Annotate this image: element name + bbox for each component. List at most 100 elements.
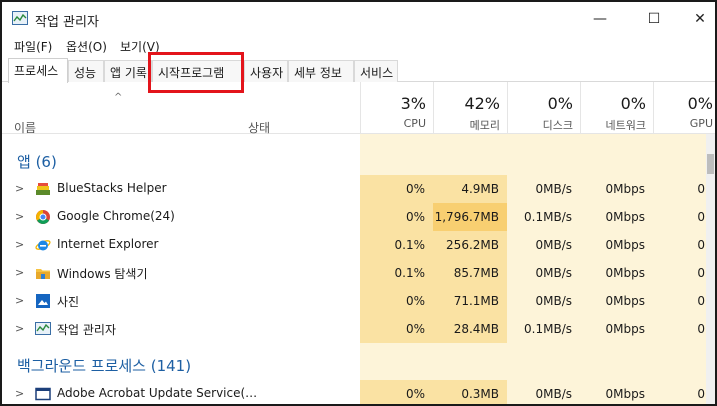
memory-cell: 71.1MB	[433, 287, 507, 315]
tab-details[interactable]: 세부 정보	[288, 60, 354, 82]
tab-app-history[interactable]: 앱 기록	[104, 60, 152, 82]
disk-cell: 0MB/s	[535, 387, 572, 401]
disk-cell: 0MB/s	[535, 294, 572, 308]
tab-services[interactable]: 서비스	[354, 60, 398, 82]
disk-cell: 0MB/s	[535, 266, 572, 280]
gpu-cell: 0	[697, 322, 705, 336]
network-label: 네트워크	[605, 119, 646, 132]
process-name: 작업 관리자	[57, 323, 117, 337]
table-row[interactable]: > Internet Explorer 0.1% 256.2MB 0MB/s 0…	[2, 231, 715, 259]
tab-processes[interactable]: 프로세스	[8, 58, 68, 83]
table-row[interactable]: > Windows 탐색기 0.1% 85.7MB 0MB/s 0Mbps 0	[2, 259, 715, 287]
table-row[interactable]: > Adobe Acrobat Update Service(… 0% 0.3M…	[2, 380, 715, 404]
table-row[interactable]: > 작업 관리자 0% 28.4MB 0.1MB/s 0Mbps 0	[2, 315, 715, 343]
tab-strip: 프로세스 성능 앱 기록 시작프로그램 사용자 세부 정보 서비스	[2, 58, 715, 83]
cpu-cell: 0.1%	[360, 231, 433, 259]
cpu-label: CPU	[403, 117, 426, 130]
network-cell: 0Mbps	[605, 266, 645, 280]
internet-explorer-icon	[35, 240, 51, 251]
memory-label: 메모리	[469, 119, 500, 132]
memory-cell: 4.9MB	[433, 175, 507, 203]
title-bar[interactable]: 작업 관리자 — ☐ ✕	[2, 2, 715, 36]
scrollbar-thumb[interactable]	[707, 154, 714, 174]
memory-cell: 85.7MB	[433, 259, 507, 287]
gpu-cell: 0	[697, 266, 705, 280]
network-cell: 0Mbps	[605, 387, 645, 401]
network-cell: 0Mbps	[605, 322, 645, 336]
header-disk[interactable]: 0% 디스크	[507, 94, 579, 133]
header-memory[interactable]: 42% 메모리	[433, 94, 506, 133]
table-row[interactable]: > 사진 0% 71.1MB 0MB/s 0Mbps 0	[2, 287, 715, 315]
process-name: Windows 탐색기	[57, 267, 148, 281]
chevron-right-icon[interactable]: >	[15, 182, 24, 195]
process-name: Google Chrome(24)	[57, 209, 175, 223]
group-label: 백그라운드 프로세스 (141)	[17, 357, 192, 375]
task-manager-window: 작업 관리자 — ☐ ✕ 파일(F) 옵션(O) 보기(V) 프로세스 성능 앱…	[0, 0, 717, 406]
column-header: ^ 이름 상태 3% CPU 42% 메모리 0% 디스크 0% 네트워크 0%…	[2, 82, 715, 135]
sort-ascending-icon[interactable]: ^	[114, 92, 122, 103]
task-manager-icon	[35, 322, 51, 335]
menu-bar: 파일(F) 옵션(O) 보기(V)	[2, 36, 715, 56]
menu-file[interactable]: 파일(F)	[14, 38, 52, 55]
bluestacks-icon	[36, 183, 50, 195]
minimize-button[interactable]: —	[577, 2, 623, 36]
network-cell: 0Mbps	[605, 210, 645, 224]
disk-cell: 0.1MB/s	[524, 210, 572, 224]
vertical-scrollbar[interactable]	[706, 134, 715, 404]
cpu-cell: 0%	[360, 175, 433, 203]
window-title: 작업 관리자	[35, 15, 99, 30]
gpu-cell: 0	[697, 182, 705, 196]
gpu-cell: 0	[697, 238, 705, 252]
disk-total: 0%	[547, 94, 573, 113]
chrome-icon	[36, 210, 50, 224]
chevron-right-icon[interactable]: >	[15, 266, 24, 279]
network-cell: 0Mbps	[605, 182, 645, 196]
network-cell: 0Mbps	[605, 238, 645, 252]
gpu-label: GPU	[689, 117, 713, 130]
chevron-right-icon[interactable]: >	[15, 322, 24, 335]
cpu-total: 3%	[400, 94, 426, 113]
chevron-right-icon[interactable]: >	[15, 387, 24, 400]
memory-total: 42%	[464, 94, 500, 113]
group-label: 앱 (6)	[17, 153, 57, 171]
process-name: Internet Explorer	[57, 237, 159, 251]
cpu-cell: 0%	[360, 380, 433, 404]
disk-cell: 0MB/s	[535, 238, 572, 252]
chevron-right-icon[interactable]: >	[15, 210, 24, 223]
gpu-total: 0%	[687, 94, 713, 113]
header-network[interactable]: 0% 네트워크	[580, 94, 652, 133]
tab-performance[interactable]: 성능	[68, 60, 104, 82]
process-name: 사진	[57, 295, 80, 309]
chevron-right-icon[interactable]: >	[15, 294, 24, 307]
service-window-icon	[35, 387, 51, 401]
header-cpu[interactable]: 3% CPU	[360, 94, 432, 130]
cpu-cell: 0%	[360, 315, 433, 343]
memory-cell: 1,796.7MB	[433, 203, 507, 231]
memory-cell: 256.2MB	[433, 231, 507, 259]
memory-cell: 28.4MB	[433, 315, 507, 343]
network-total: 0%	[620, 94, 646, 113]
memory-cell: 0.3MB	[433, 380, 507, 404]
cpu-cell: 0%	[360, 287, 433, 315]
chevron-right-icon[interactable]: >	[15, 238, 24, 251]
gpu-cell: 0	[697, 210, 705, 224]
tab-users[interactable]: 사용자	[244, 60, 288, 82]
photos-icon	[36, 294, 50, 308]
disk-cell: 0.1MB/s	[524, 322, 572, 336]
menu-options[interactable]: 옵션(O)	[66, 38, 107, 55]
group-apps[interactable]: 앱 (6)	[2, 146, 715, 174]
cpu-cell: 0.1%	[360, 259, 433, 287]
gpu-cell: 0	[697, 387, 705, 401]
close-button[interactable]: ✕	[677, 2, 715, 36]
header-gpu[interactable]: 0% GPU	[653, 94, 715, 130]
cpu-cell: 0%	[360, 203, 433, 231]
group-background-processes[interactable]: 백그라운드 프로세스 (141)	[2, 350, 715, 378]
table-row[interactable]: > Google Chrome(24) 0% 1,796.7MB 0.1MB/s…	[2, 203, 715, 231]
disk-cell: 0MB/s	[535, 182, 572, 196]
disk-label: 디스크	[542, 119, 573, 132]
gpu-cell: 0	[697, 294, 705, 308]
maximize-button[interactable]: ☐	[631, 2, 677, 36]
process-name: BlueStacks Helper	[57, 181, 167, 195]
file-explorer-icon	[36, 269, 50, 279]
table-row[interactable]: > BlueStacks Helper 0% 4.9MB 0MB/s 0Mbps…	[2, 175, 715, 203]
